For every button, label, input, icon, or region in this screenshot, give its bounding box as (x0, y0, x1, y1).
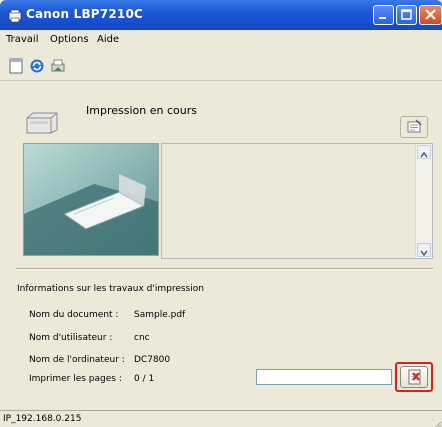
printer-icon (24, 110, 60, 134)
scroll-up-icon[interactable] (417, 145, 431, 159)
pages-label: Imprimer les pages : (29, 374, 122, 384)
section-divider (16, 268, 433, 270)
menu-bar: Travail Options Aide (0, 30, 442, 50)
resize-grip-icon[interactable] (432, 415, 442, 427)
window-title: Canon LBP7210C (26, 7, 144, 21)
printer-status-window: Canon LBP7210C Travail Options Aide Impr… (0, 0, 442, 427)
printer-port-text: IP_192.168.0.215 (3, 414, 82, 424)
pages-value: 0 / 1 (134, 374, 155, 384)
refresh-icon[interactable] (29, 58, 45, 74)
computer-name-value: DC7800 (134, 355, 171, 365)
scroll-down-icon[interactable] (417, 243, 431, 257)
user-name-value: cnc (134, 333, 150, 343)
message-scrollbar[interactable] (415, 144, 432, 258)
page-icon[interactable] (8, 58, 24, 74)
canon-app-icon (8, 8, 22, 23)
view-details-button[interactable] (400, 116, 428, 138)
title-bar[interactable]: Canon LBP7210C (0, 0, 442, 30)
menu-aide[interactable]: Aide (97, 34, 119, 45)
toolbar (0, 50, 442, 81)
job-info-heading: Informations sur les travaux d'impressio… (17, 284, 204, 294)
user-name-label: Nom d'utilisateur : (29, 333, 113, 343)
close-button[interactable] (419, 5, 442, 25)
status-bar: IP_192.168.0.215 (0, 410, 442, 427)
maximize-button[interactable] (396, 5, 417, 25)
status-message-area[interactable] (161, 143, 433, 259)
document-name-label: Nom du document : (29, 310, 119, 320)
printing-animation (23, 143, 159, 256)
minimize-button[interactable] (373, 5, 394, 25)
cancel-job-button[interactable] (400, 366, 428, 388)
menu-options[interactable]: Options (50, 34, 89, 45)
print-progress-bar (256, 369, 392, 385)
computer-name-label: Nom de l'ordinateur : (29, 355, 125, 365)
print-status-label: Impression en cours (86, 104, 197, 117)
document-name-value: Sample.pdf (134, 310, 186, 320)
menu-travail[interactable]: Travail (6, 34, 38, 45)
printer-setup-icon[interactable] (50, 58, 66, 74)
